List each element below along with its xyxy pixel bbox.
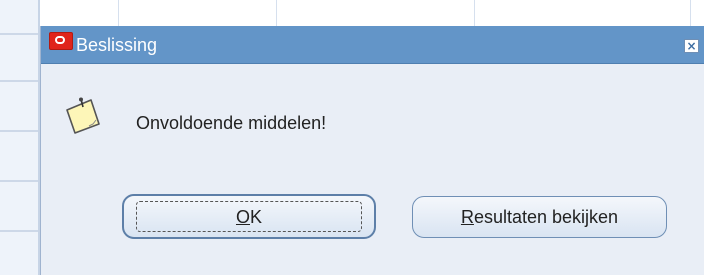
dialog-titlebar[interactable]: Beslissing × xyxy=(41,26,704,64)
ok-button-label: OK xyxy=(124,207,374,228)
dialog-title: Beslissing xyxy=(76,35,158,55)
view-results-button-mnemonic: R xyxy=(460,207,474,227)
decision-dialog: Beslissing × Onvoldoende middelen! OK Re… xyxy=(40,26,704,275)
grid-row-divider xyxy=(0,180,40,182)
ok-button[interactable]: OK xyxy=(122,194,376,239)
grid-row-divider xyxy=(0,33,40,35)
screen: Beslissing × Onvoldoende middelen! OK Re… xyxy=(0,0,704,275)
close-icon: × xyxy=(686,39,697,53)
grid-row-divider xyxy=(0,130,40,132)
view-results-button[interactable]: Resultaten bekijken xyxy=(412,196,667,238)
grid-row-divider xyxy=(0,230,40,232)
oracle-logo-icon xyxy=(49,32,73,50)
ok-button-mnemonic: O xyxy=(235,207,250,227)
background-left-strip xyxy=(0,0,40,275)
ok-button-label-rest: K xyxy=(250,207,263,227)
view-results-button-label-rest: esultaten bekijken xyxy=(473,207,619,227)
close-button[interactable]: × xyxy=(684,39,699,53)
dialog-message: Onvoldoende middelen! xyxy=(136,113,327,133)
view-results-button-label: Resultaten bekijken xyxy=(413,207,666,228)
grid-row-divider xyxy=(0,80,40,82)
note-icon xyxy=(66,97,100,134)
